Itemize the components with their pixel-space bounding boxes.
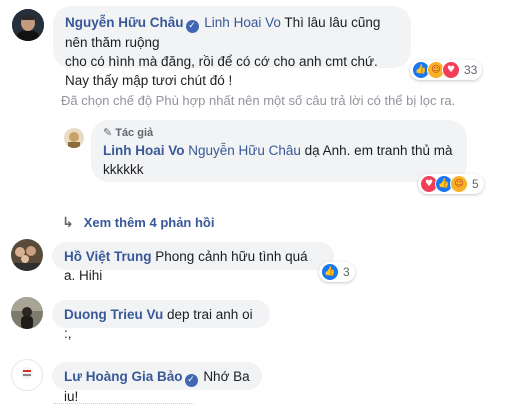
avatar-image (12, 360, 42, 390)
comment-text: Nay thấy mập tươi chút đó ! (65, 73, 233, 88)
comment-bubble: Nguyễn Hữu Châu ✓ Linh Hoai Vo Thì lâu lâ… (53, 6, 411, 88)
reaction-count: 5 (472, 177, 479, 191)
author-badge-label: Tác giả (115, 126, 154, 139)
comment-author[interactable]: Lư Hoàng Gia Bảo (64, 369, 183, 384)
reply-arrow-icon: ↳ (62, 214, 74, 230)
avatar-image (11, 239, 43, 271)
comment-text: dạ Anh. em tranh thủ mà (304, 143, 453, 158)
reaction-summary[interactable]: 👍 ☺ ♥ 33 (410, 60, 483, 80)
avatar[interactable] (11, 359, 43, 391)
author-badge: ✎ Tác giả (103, 125, 455, 141)
reaction-count: 3 (343, 265, 350, 279)
filter-notice: Đã chọn chế độ Phù hợp nhất nên một số c… (61, 93, 456, 108)
verified-icon: ✓ (184, 374, 198, 387)
avatar[interactable] (11, 297, 43, 329)
comment-text: cho có hình mà đăng, rồi để có cớ cho an… (65, 54, 378, 69)
avatar[interactable] (11, 239, 43, 271)
comment-line: Linh Hoai Vo Nguyễn Hữu Châu dạ Anh. em … (103, 141, 455, 160)
view-more-replies-label: Xem thêm 4 phản hồi (83, 215, 215, 230)
comment-author[interactable]: Duong Trieu Vu (64, 307, 163, 322)
view-more-replies-link[interactable]: ↳ Xem thêm 4 phản hồi (62, 214, 214, 231)
comment-text: kkkkkk (103, 162, 144, 177)
comment-bubble: Duong Trieu Vu dep trai anh oi :, (52, 300, 270, 341)
pencil-icon: ✎ (103, 126, 113, 139)
avatar-image (64, 128, 84, 148)
avatar-image (11, 297, 43, 329)
tagged-user[interactable]: Nguyễn Hữu Châu (188, 143, 301, 158)
reaction-summary[interactable]: 👍 3 (319, 262, 355, 282)
care-icon: ☺ (450, 175, 468, 193)
reaction-summary[interactable]: ♥ 👍 ☺ 5 (418, 174, 484, 194)
love-icon: ♥ (442, 61, 460, 79)
divider (54, 403, 194, 407)
comment-author[interactable]: Nguyễn Hữu Châu (65, 15, 184, 30)
comment-line: Nguyễn Hữu Châu ✓ Linh Hoai Vo Thì lâu lâ… (65, 13, 399, 52)
verified-icon: ✓ (185, 20, 199, 33)
comment-author[interactable]: Hồ Việt Trung (64, 249, 152, 264)
reply-bubble: ✎ Tác giả Linh Hoai Vo Nguyễn Hữu Châu d… (91, 120, 467, 182)
tagged-user[interactable]: Linh Hoai Vo (204, 15, 281, 30)
avatar-image (12, 9, 44, 41)
like-icon: 👍 (321, 263, 339, 281)
comment-bubble: Hồ Việt Trung Phong cảnh hữu tình quá a.… (52, 242, 334, 283)
comment-author[interactable]: Linh Hoai Vo (103, 143, 185, 158)
reaction-count: 33 (464, 63, 478, 77)
avatar[interactable] (64, 128, 84, 148)
avatar[interactable] (12, 9, 44, 41)
comment-bubble: Lư Hoàng Gia Bảo ✓ Nhớ Ba iu! (52, 362, 262, 404)
